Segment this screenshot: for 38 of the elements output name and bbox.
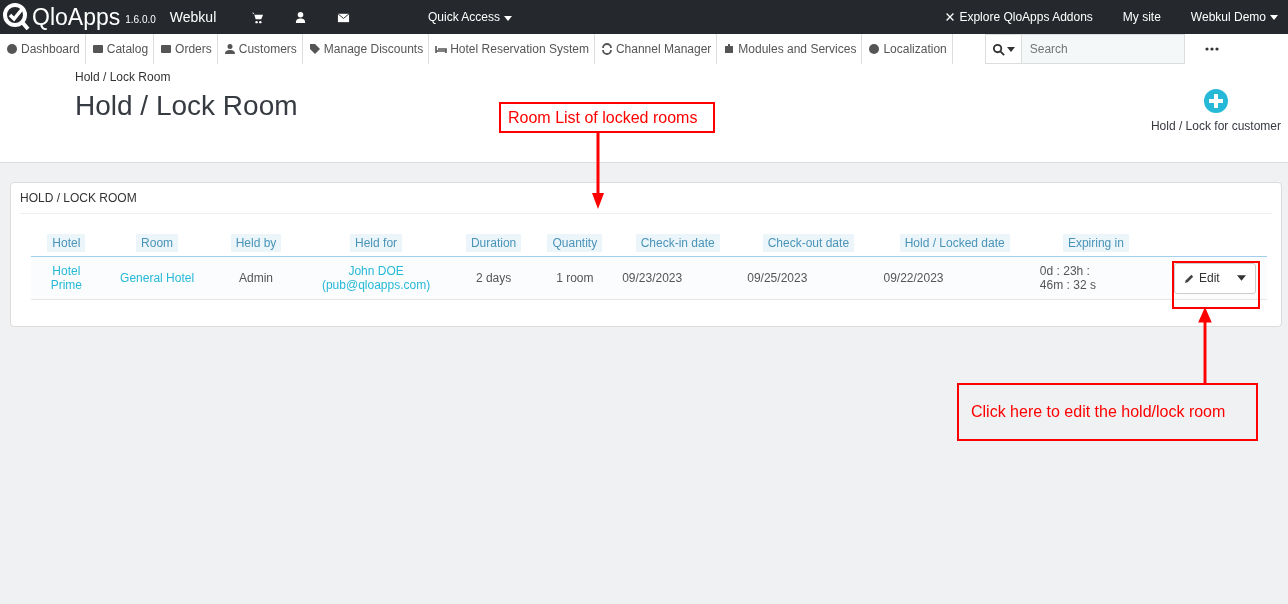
annotation-callout: Click here to edit the hold/lock room xyxy=(957,383,1258,441)
edit-button[interactable]: Edit xyxy=(1173,262,1256,294)
addons-link[interactable]: Explore QloApps Addons xyxy=(944,10,1093,24)
table-cell: 1 room xyxy=(556,271,594,285)
credit-card-icon xyxy=(160,43,173,55)
user-menu[interactable]: Webkul Demo xyxy=(1190,10,1278,24)
table-cell-text: 0d : 23h : 46m : 32 s xyxy=(1039,264,1097,292)
table-cell: 09/25/2023 xyxy=(747,271,808,285)
users-icon xyxy=(223,43,236,55)
version-label: 1.6.0.0 xyxy=(125,13,156,25)
quick-access-menu[interactable]: Quick Access xyxy=(428,10,513,24)
cart-icon[interactable] xyxy=(251,10,265,24)
table-cell: 2 days xyxy=(475,271,512,285)
pencil-icon xyxy=(1183,272,1195,284)
bed-icon xyxy=(435,43,448,55)
add-hold-link[interactable]: Hold / Lock for customer xyxy=(1150,119,1281,133)
page-title: Hold / Lock Room xyxy=(75,90,298,122)
more-icon[interactable] xyxy=(1204,47,1219,51)
caret-icon[interactable] xyxy=(1006,46,1015,52)
search-field[interactable]: Search xyxy=(984,34,1185,64)
caret-icon xyxy=(1236,275,1246,281)
table-cell: 09/23/2023 xyxy=(622,271,683,285)
user-icon[interactable] xyxy=(294,10,308,24)
tag-icon xyxy=(308,43,321,55)
refresh-icon xyxy=(600,43,613,55)
my-site-link[interactable]: My site xyxy=(1122,10,1161,24)
shop-name[interactable]: Webkul xyxy=(169,9,217,25)
search-icon[interactable] xyxy=(991,42,1005,56)
table-cell: 09/22/2023 xyxy=(883,271,944,285)
caret-icon xyxy=(504,16,513,21)
logo-icon xyxy=(2,2,32,32)
breadcrumb[interactable]: Hold / Lock Room xyxy=(75,70,298,84)
panel-title: HOLD / LOCK ROOM xyxy=(20,183,1272,214)
caret-icon xyxy=(1270,14,1278,20)
annotation-callout: Room List of locked rooms xyxy=(499,102,715,133)
table-cell: Admin xyxy=(239,271,273,285)
envelope-icon[interactable] xyxy=(337,10,351,24)
logo-text[interactable]: QloApps xyxy=(32,3,121,31)
